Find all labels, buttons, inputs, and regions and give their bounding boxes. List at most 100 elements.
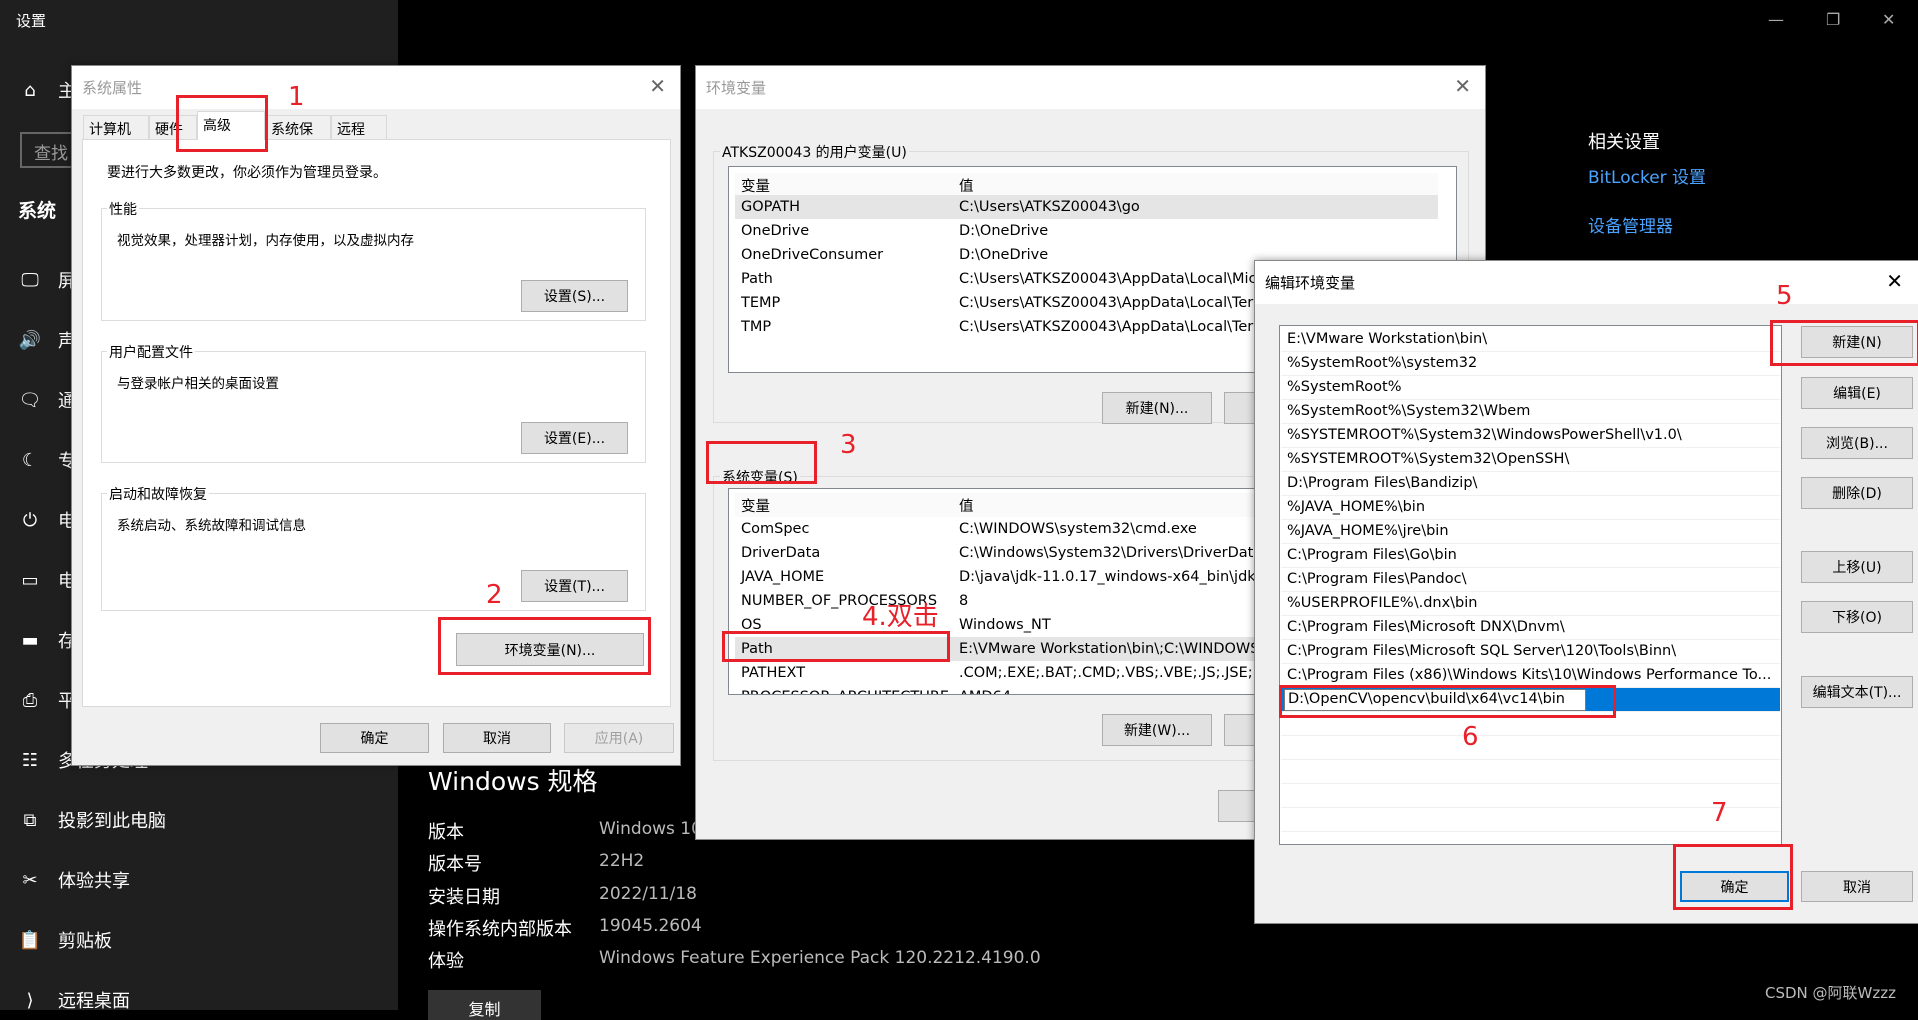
editenv-cancel-button[interactable]: 取消 bbox=[1801, 871, 1913, 902]
variable-name: Path bbox=[741, 271, 773, 287]
variable-value: D:\java\jdk-11.0.17_windows-x64_bin\jdk- bbox=[959, 569, 1261, 585]
path-button-7[interactable]: 编辑文本(T)... bbox=[1801, 676, 1913, 708]
group-settings-button[interactable]: 设置(T)... bbox=[521, 570, 628, 602]
sysprops-title: 系统属性 bbox=[72, 66, 680, 109]
path-item[interactable]: C:\Program Files\Go\bin bbox=[1281, 544, 1780, 568]
path-button-4[interactable]: 删除(D) bbox=[1801, 477, 1913, 509]
path-button-6[interactable]: 下移(O) bbox=[1801, 601, 1913, 633]
home-icon: ⌂ bbox=[24, 79, 36, 101]
spec-value: 19045.2604 bbox=[599, 915, 702, 936]
spec-value: Windows Feature Experience Pack 120.2212… bbox=[599, 948, 1041, 969]
annotation-7: 7 bbox=[1711, 798, 1728, 828]
annotation-box-2 bbox=[438, 617, 651, 675]
close-icon[interactable]: ✕ bbox=[649, 74, 666, 98]
settings-group: 性能视觉效果，处理器计划，内存使用，以及虚拟内存设置(S)... bbox=[101, 199, 646, 321]
path-item[interactable]: %SYSTEMROOT%\System32\WindowsPowerShell\… bbox=[1281, 424, 1780, 448]
variable-value: C:\WINDOWS\system32\cmd.exe bbox=[959, 521, 1197, 537]
variable-name: OneDriveConsumer bbox=[741, 247, 884, 263]
path-item[interactable]: C:\Program Files\Microsoft DNX\Dnvm\ bbox=[1281, 616, 1780, 640]
variable-name: PROCESSOR_ARCHITECTURE bbox=[741, 689, 949, 694]
path-item[interactable]: %JAVA_HOME%\jre\bin bbox=[1281, 520, 1780, 544]
close-window-button[interactable]: ✕ bbox=[1882, 10, 1895, 29]
variable-value: E:\VMware Workstation\bin\;C:\WINDOWS bbox=[959, 641, 1260, 657]
tab-1[interactable]: 计算机名 bbox=[83, 115, 149, 158]
close-icon[interactable]: ✕ bbox=[1454, 74, 1471, 98]
sound-icon: 🔊 bbox=[18, 329, 42, 351]
tab-3[interactable]: 高级 bbox=[197, 111, 265, 140]
editenv-title: 编辑环境变量 bbox=[1255, 261, 1918, 304]
section-title: 系统 bbox=[18, 200, 57, 222]
spec-value: 22H2 bbox=[599, 851, 645, 872]
tab-5[interactable]: 远程 bbox=[331, 115, 387, 140]
display-icon: 🖵 bbox=[21, 269, 39, 291]
path-item[interactable]: E:\VMware Workstation\bin\ bbox=[1281, 328, 1780, 352]
sidebar-item[interactable]: ⧉ 投影到此电脑 bbox=[16, 800, 396, 840]
spec-value: Windows 10 bbox=[599, 819, 702, 839]
variable-value: C:\Users\ATKSZ00043\go bbox=[959, 199, 1140, 215]
system-new-button[interactable]: 新建(W)... bbox=[1102, 714, 1212, 746]
close-icon[interactable]: ✕ bbox=[1886, 269, 1903, 293]
settings-title: 设置 bbox=[16, 12, 47, 30]
minimize-button[interactable]: — bbox=[1768, 10, 1784, 29]
group-label: 启动和故障恢复 bbox=[107, 484, 209, 504]
device-manager-link[interactable]: 设备管理器 bbox=[1588, 212, 1673, 237]
variable-name: JAVA_HOME bbox=[741, 569, 825, 585]
spec-label: 体验 bbox=[428, 951, 464, 973]
variable-value: D:\OneDrive bbox=[959, 247, 1049, 263]
variable-value: Windows_NT bbox=[959, 617, 1051, 633]
variable-value: D:\OneDrive bbox=[959, 223, 1049, 239]
sidebar-item[interactable]: ✂ 体验共享 bbox=[16, 860, 396, 900]
spec-label: 版本号 bbox=[428, 854, 482, 876]
path-button-5[interactable]: 上移(U) bbox=[1801, 551, 1913, 583]
path-list[interactable]: E:\VMware Workstation\bin\ %SystemRoot%\s… bbox=[1279, 325, 1782, 845]
path-button-3[interactable]: 浏览(B)... bbox=[1801, 427, 1913, 459]
table-row[interactable]: GOPATH C:\Users\ATKSZ00043\go bbox=[735, 195, 1438, 219]
path-item[interactable]: %SystemRoot%\System32\Wbem bbox=[1281, 400, 1780, 424]
group-label: 性能 bbox=[107, 199, 139, 219]
settings-group: 启动和故障恢复 系统启动、系统故障和调试信息 设置(T)... bbox=[101, 484, 646, 611]
sidebar-item[interactable]: 📋 剪贴板 bbox=[16, 920, 396, 960]
group-settings-button[interactable]: 设置(S)... bbox=[521, 280, 628, 312]
path-item[interactable]: D:\Program Files\Bandizip\ bbox=[1281, 472, 1780, 496]
notification-icon: 🗨 bbox=[18, 389, 42, 411]
project-icon: ⧉ bbox=[23, 809, 37, 831]
path-item[interactable]: %USERPROFILE%\.dnx\bin bbox=[1281, 592, 1780, 616]
col-value[interactable]: 值 bbox=[959, 175, 974, 196]
variable-value: C:\Users\ATKSZ00043\AppData\Local\Ter bbox=[959, 319, 1254, 335]
annotation-box-6 bbox=[1279, 685, 1616, 718]
variable-value: C:\Windows\System32\Drivers\DriverData bbox=[959, 545, 1263, 561]
group-description: 与登录帐户相关的桌面设置 bbox=[117, 376, 279, 392]
table-row[interactable]: OneDrive D:\OneDrive bbox=[735, 219, 1438, 243]
sidebar-item[interactable]: ⟩ 远程桌面 bbox=[16, 980, 396, 1020]
variable-name: OneDrive bbox=[741, 223, 810, 239]
path-item[interactable]: %SYSTEMROOT%\System32\OpenSSH\ bbox=[1281, 448, 1780, 472]
cancel-button[interactable]: 取消 bbox=[443, 723, 551, 753]
col-variable[interactable]: 变量 bbox=[741, 495, 770, 516]
group-description: 视觉效果，处理器计划，内存使用，以及虚拟内存 bbox=[117, 233, 414, 249]
clipboard-icon: 📋 bbox=[18, 929, 42, 951]
tablet-icon: ⎙ bbox=[22, 689, 38, 711]
copy-button[interactable]: 复制 bbox=[428, 990, 541, 1020]
watermark: CSDN @阿联Wzzz bbox=[1765, 984, 1896, 1002]
bitlocker-link[interactable]: BitLocker 设置 bbox=[1588, 163, 1706, 188]
multitasking-icon: ☷ bbox=[21, 749, 39, 771]
path-item[interactable]: %JAVA_HOME%\bin bbox=[1281, 496, 1780, 520]
tab-4[interactable]: 系统保护 bbox=[265, 115, 331, 158]
admin-note: 要进行大多数更改，你必须作为管理员登录。 bbox=[107, 165, 387, 181]
annotation-1: 1 bbox=[288, 82, 305, 112]
path-item[interactable]: %SystemRoot%\system32 bbox=[1281, 352, 1780, 376]
col-variable[interactable]: 变量 bbox=[741, 175, 770, 196]
annotation-3: 3 bbox=[840, 430, 857, 460]
ok-button[interactable]: 确定 bbox=[320, 723, 429, 753]
restore-button[interactable]: ❐ bbox=[1826, 10, 1840, 29]
user-new-button[interactable]: 新建(N)... bbox=[1102, 392, 1212, 424]
related-settings-title: 相关设置 bbox=[1588, 132, 1660, 153]
path-item[interactable]: C:\Program Files\Pandoc\ bbox=[1281, 568, 1780, 592]
path-item[interactable]: %SystemRoot% bbox=[1281, 376, 1780, 400]
path-item[interactable]: C:\Program Files\Microsoft SQL Server\12… bbox=[1281, 640, 1780, 664]
group-settings-button[interactable]: 设置(E)... bbox=[521, 422, 628, 454]
group-label: 用户配置文件 bbox=[107, 342, 195, 362]
col-value[interactable]: 值 bbox=[959, 495, 974, 516]
path-button-2[interactable]: 编辑(E) bbox=[1801, 377, 1913, 409]
table-header: 变量 值 bbox=[735, 173, 1438, 197]
